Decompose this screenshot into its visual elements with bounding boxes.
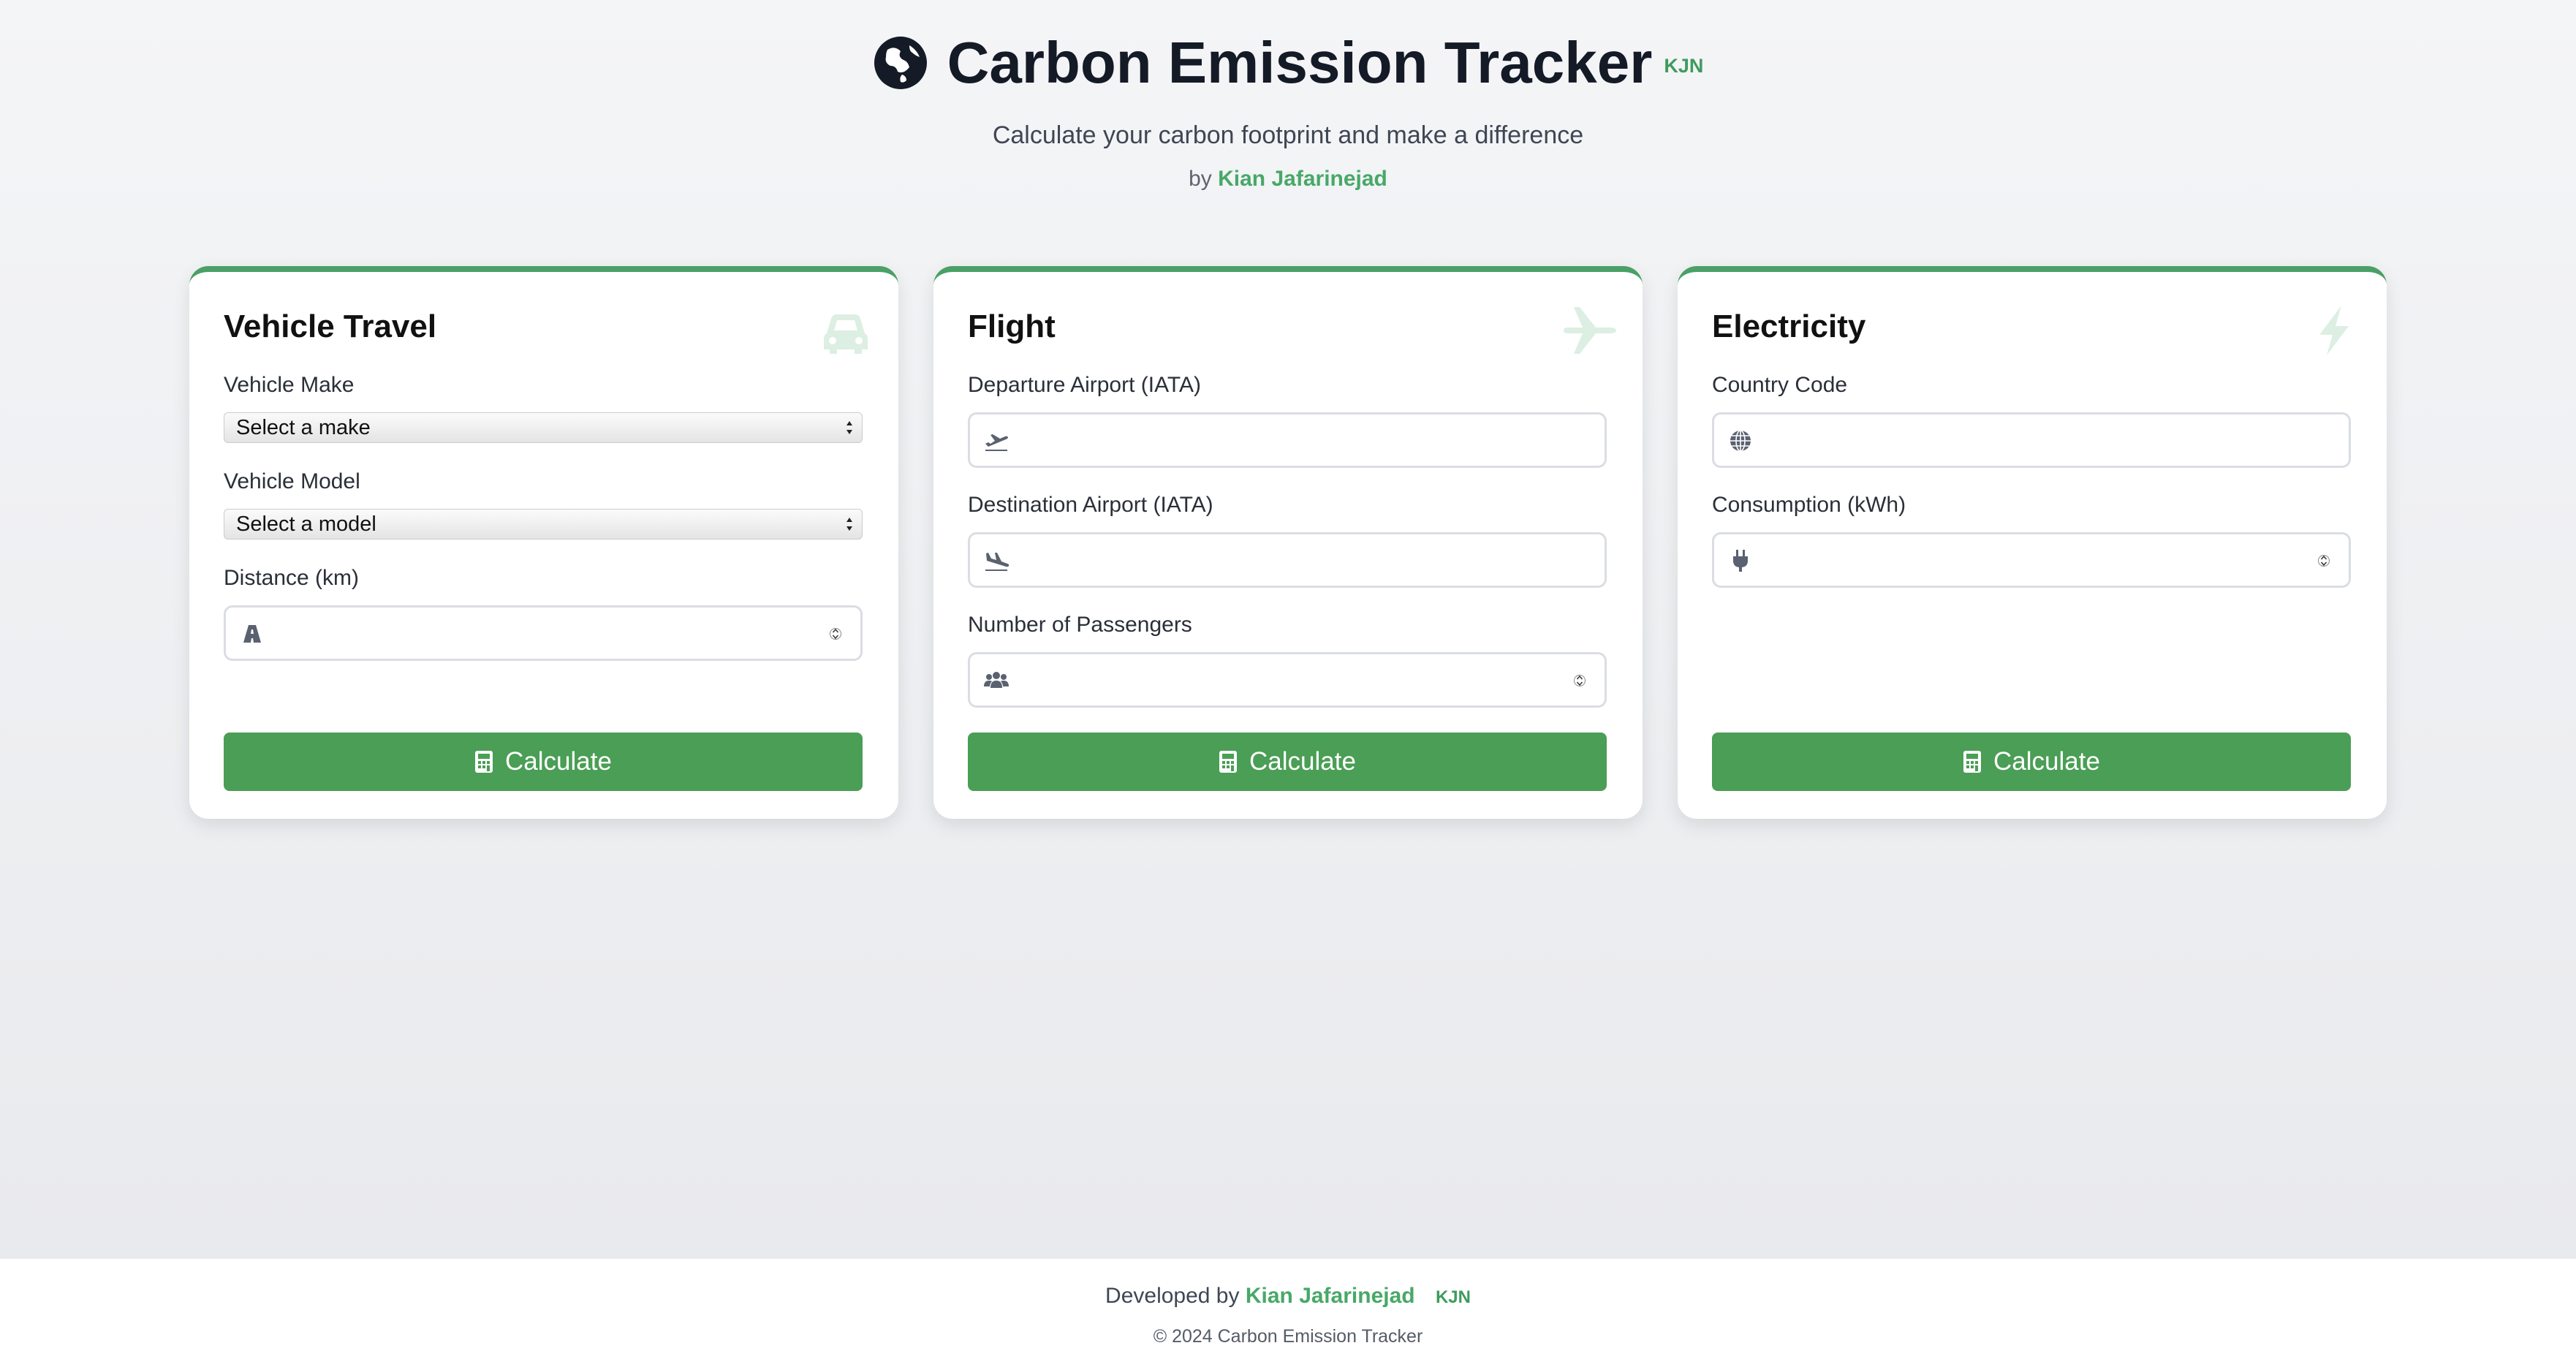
select-arrows-icon xyxy=(846,421,852,434)
vehicle-travel-card: Vehicle Travel Vehicle Make Select a mak… xyxy=(189,266,898,819)
author-link[interactable]: Kian Jafarinejad xyxy=(1218,167,1387,191)
destination-label: Destination Airport (IATA) xyxy=(968,493,1213,517)
card-title-electricity: Electricity xyxy=(1712,309,1866,344)
flight-calculate-button[interactable]: Calculate xyxy=(968,733,1607,791)
vehicle-model-label: Vehicle Model xyxy=(224,469,360,493)
byline: by Kian Jafarinejad xyxy=(0,167,2576,192)
number-spinner-icon[interactable] xyxy=(1574,667,1586,694)
bolt-icon xyxy=(2319,306,2349,355)
vehicle-model-value: Select a model xyxy=(236,512,376,536)
calculator-icon xyxy=(1963,751,1982,773)
plane-icon xyxy=(1564,307,1616,354)
footer-prefix: Developed by xyxy=(1105,1284,1240,1308)
page-subtitle: Calculate your carbon footprint and make… xyxy=(992,121,1584,149)
card-title-vehicle: Vehicle Travel xyxy=(224,309,437,344)
globe-icon xyxy=(874,37,927,89)
passengers-input[interactable] xyxy=(968,652,1607,708)
globe-icon xyxy=(1730,430,1751,452)
card-title-flight: Flight xyxy=(968,309,1056,344)
page-title: Carbon Emission Tracker xyxy=(947,30,1653,95)
flight-card: Flight Departure Airport (IATA) Destinat… xyxy=(933,266,1643,819)
number-spinner-icon[interactable] xyxy=(2318,548,2330,574)
footer-author-link[interactable]: Kian Jafarinejad xyxy=(1246,1284,1415,1308)
calculator-icon xyxy=(475,751,493,773)
number-spinner-icon[interactable] xyxy=(830,621,841,647)
vehicle-make-value: Select a make xyxy=(236,416,371,439)
button-label: Calculate xyxy=(505,747,612,776)
destination-airport-input[interactable] xyxy=(968,532,1607,588)
electricity-card: Electricity Country Code Consumption (kW… xyxy=(1678,266,2387,819)
byline-prefix: by xyxy=(1189,167,1212,191)
select-arrows-icon xyxy=(846,518,852,531)
road-icon xyxy=(243,625,261,643)
plane-arrival-icon xyxy=(985,553,1009,571)
departure-label: Departure Airport (IATA) xyxy=(968,373,1201,397)
vehicle-model-select[interactable]: Select a model xyxy=(224,509,863,540)
plane-departure-icon xyxy=(985,434,1008,451)
title-row: Carbon Emission Tracker KJN xyxy=(0,29,2576,96)
electricity-calculate-button[interactable]: Calculate xyxy=(1712,733,2351,791)
country-code-input[interactable] xyxy=(1712,412,2351,468)
page-footer: Developed by Kian Jafarinejad KJN © 2024… xyxy=(0,1259,2576,1370)
vehicle-calculate-button[interactable]: Calculate xyxy=(224,733,863,791)
users-icon xyxy=(984,672,1009,688)
consumption-label: Consumption (kWh) xyxy=(1712,493,1906,517)
button-label: Calculate xyxy=(1993,747,2100,776)
plug-icon xyxy=(1733,550,1748,572)
vehicle-make-label: Vehicle Make xyxy=(224,373,355,397)
footer-credits: Developed by Kian Jafarinejad KJN xyxy=(0,1284,2576,1309)
departure-airport-input[interactable] xyxy=(968,412,1607,468)
vehicle-make-select[interactable]: Select a make xyxy=(224,412,863,443)
consumption-input[interactable] xyxy=(1712,532,2351,588)
title-badge: KJN xyxy=(1664,54,1704,77)
distance-input[interactable] xyxy=(224,605,863,661)
footer-copyright: © 2024 Carbon Emission Tracker xyxy=(1153,1326,1423,1347)
calculator-icon xyxy=(1219,751,1238,773)
country-code-label: Country Code xyxy=(1712,373,1848,397)
distance-label: Distance (km) xyxy=(224,566,360,590)
footer-badge: KJN xyxy=(1435,1287,1471,1307)
car-icon xyxy=(824,314,868,354)
button-label: Calculate xyxy=(1249,747,1356,776)
passengers-label: Number of Passengers xyxy=(968,613,1192,637)
